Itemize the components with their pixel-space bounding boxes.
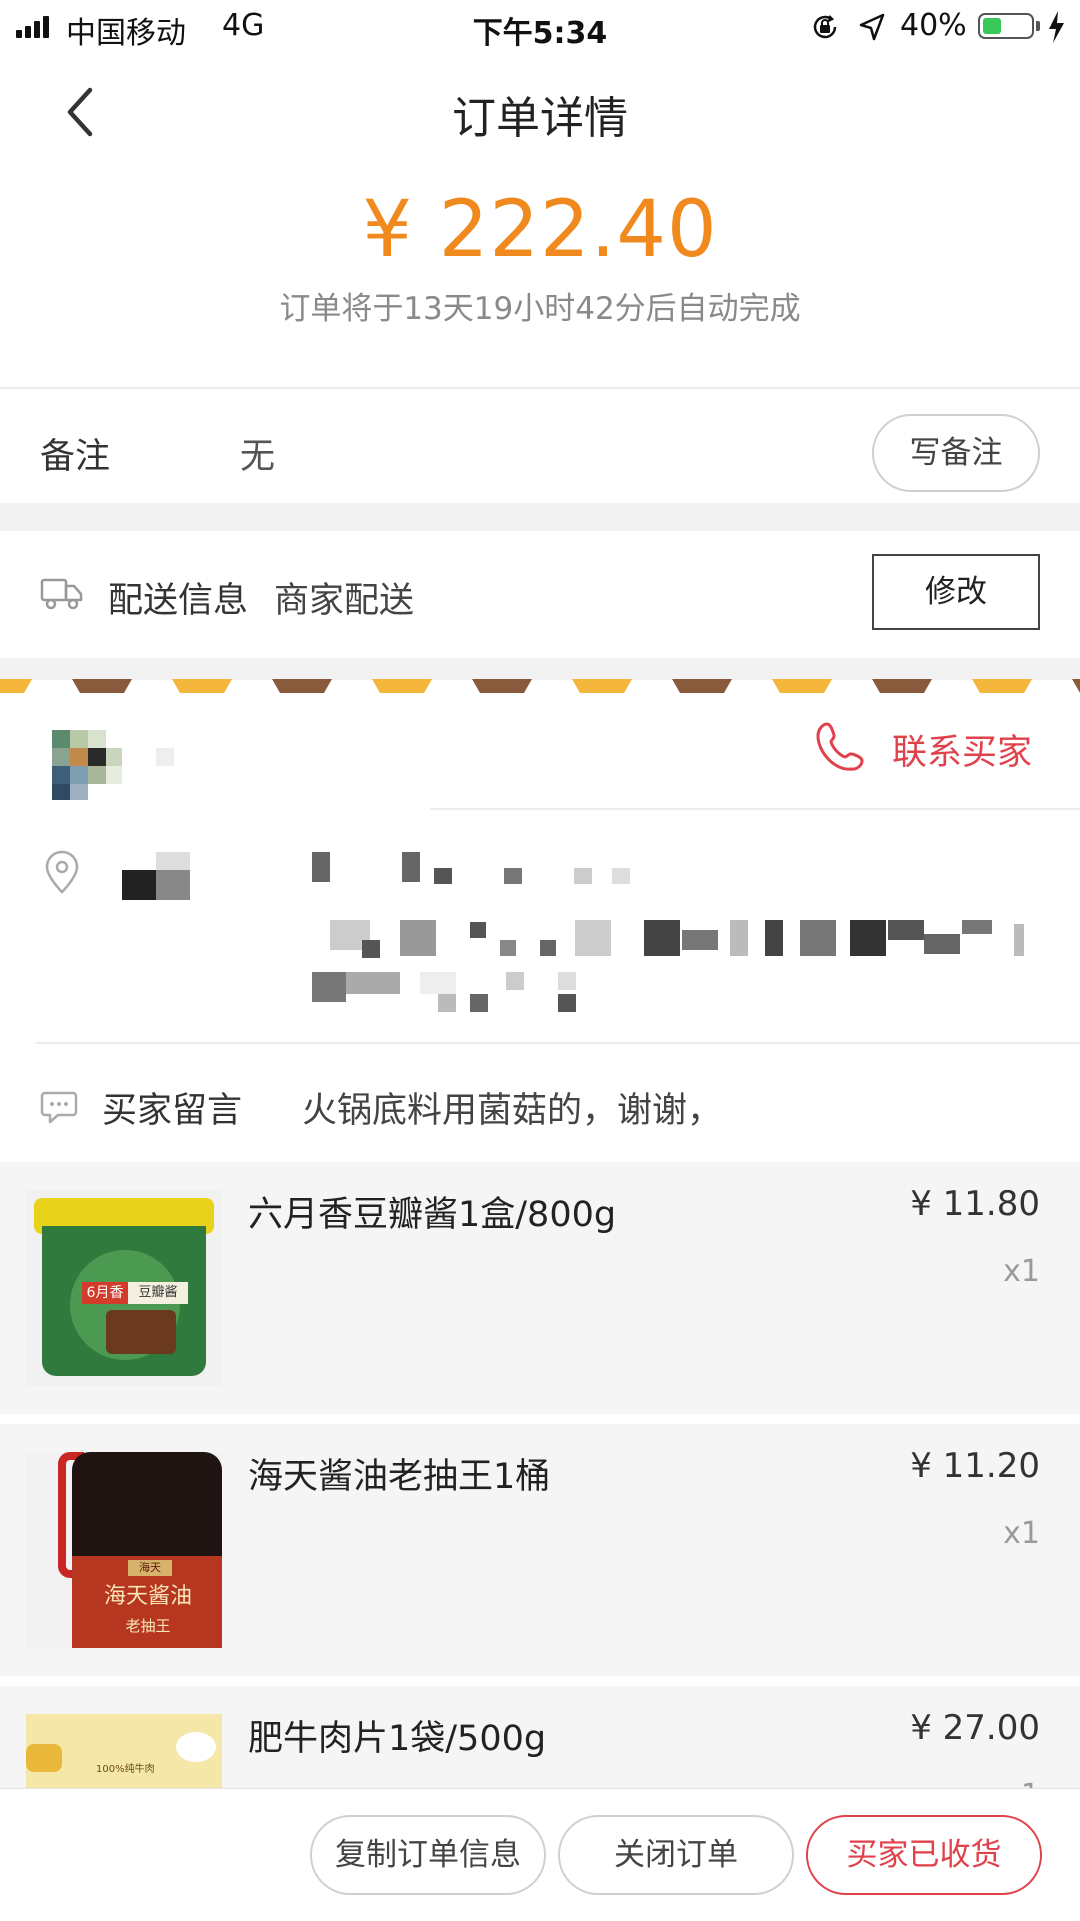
remark-value: 无 <box>240 437 276 477</box>
product-qty: x1 <box>1003 1778 1040 1788</box>
product-item[interactable]: 100%纯牛肉 肥牛肉片1袋/500g ¥ 27.00 x1 <box>0 1686 1080 1788</box>
location-arrow-icon <box>859 13 885 41</box>
divider <box>430 808 1080 810</box>
battery-icon <box>978 13 1034 39</box>
page-title: 订单详情 <box>452 93 628 144</box>
divider <box>36 1042 1080 1044</box>
bottom-action-bar: 复制订单信息 关闭订单 买家已收货 <box>0 1788 1080 1921</box>
divider <box>0 387 1080 389</box>
section-gap <box>0 503 1080 531</box>
auto-complete-text: 订单将于13天19小时42分后自动完成 <box>279 291 801 327</box>
close-order-button[interactable]: 关闭订单 <box>558 1815 794 1895</box>
battery-percent: 40% <box>900 8 967 43</box>
charging-bolt-icon <box>1049 11 1064 43</box>
address-border-decoration <box>0 679 1080 693</box>
product-name: 海天酱油老抽王1桶 <box>248 1457 551 1497</box>
delivery-value: 商家配送 <box>274 581 415 621</box>
status-bar: 中国移动 4G 下午5:34 40% <box>0 0 1080 54</box>
product-qty: x1 <box>1003 1254 1040 1289</box>
address-redacted <box>0 840 1080 1020</box>
product-price: ¥ 11.20 <box>910 1446 1040 1486</box>
modify-delivery-button[interactable]: 修改 <box>872 554 1040 630</box>
chat-bubble-icon <box>40 1091 78 1124</box>
section-gap <box>0 658 1080 680</box>
product-name: 六月香豆瓣酱1盒/800g <box>248 1195 617 1235</box>
battery-level <box>983 18 1001 34</box>
product-item[interactable]: 海天 海天酱油 老抽王 海天酱油老抽王1桶 ¥ 11.20 x1 <box>0 1424 1080 1676</box>
order-amount: ¥ 222.40 <box>362 185 718 275</box>
product-price: ¥ 27.00 <box>910 1708 1040 1748</box>
product-item[interactable]: 6月香 豆瓣酱 六月香豆瓣酱1盒/800g ¥ 11.80 x1 <box>0 1162 1080 1414</box>
product-name: 肥牛肉片1袋/500g <box>248 1719 547 1759</box>
phone-icon[interactable] <box>815 720 865 774</box>
contact-buyer-link[interactable]: 联系买家 <box>892 724 1032 775</box>
remark-label: 备注 <box>40 437 111 477</box>
product-thumbnail: 6月香 豆瓣酱 <box>26 1190 222 1386</box>
product-thumbnail: 100%纯牛肉 <box>26 1714 222 1788</box>
delivery-label: 配送信息 <box>108 581 249 621</box>
buyer-received-button[interactable]: 买家已收货 <box>806 1815 1042 1895</box>
write-remark-button[interactable]: 写备注 <box>872 414 1040 492</box>
avatar <box>52 730 122 800</box>
truck-icon <box>40 578 83 610</box>
buyer-message-text: 火锅底料用菌菇的，谢谢， <box>302 1091 723 1131</box>
buyer-message-label: 买家留言 <box>102 1091 243 1131</box>
copy-order-info-button[interactable]: 复制订单信息 <box>310 1815 546 1895</box>
product-thumbnail: 海天 海天酱油 老抽王 <box>26 1452 222 1648</box>
buyer-name-redacted <box>156 748 174 766</box>
product-qty: x1 <box>1003 1516 1040 1551</box>
product-price: ¥ 11.80 <box>910 1184 1040 1224</box>
rotation-lock-icon <box>813 15 837 39</box>
